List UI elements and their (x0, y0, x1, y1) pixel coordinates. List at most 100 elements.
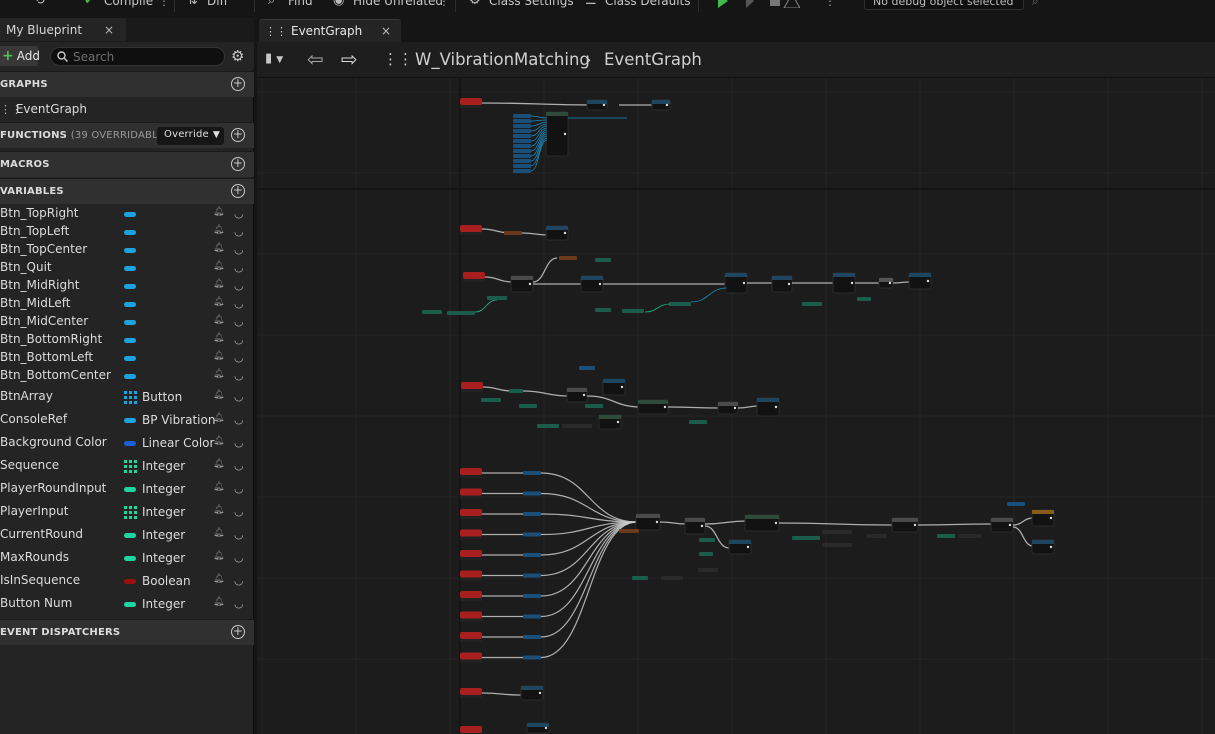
event-node[interactable] (463, 272, 485, 279)
array-type-icon[interactable] (124, 460, 137, 473)
visibility-eye-icon[interactable]: ◡ (234, 225, 250, 238)
search-input[interactable] (73, 49, 213, 64)
replication-bell-icon[interactable]: 🔔︎ (213, 574, 224, 586)
replication-bell-icon[interactable]: 🔔︎ (213, 505, 224, 517)
back-arrow-icon[interactable]: ⇦ (307, 48, 329, 70)
event-node[interactable] (460, 468, 482, 475)
my-blueprint-tab[interactable]: My Blueprint × (0, 18, 126, 42)
variable-type-pill-icon[interactable] (124, 302, 136, 307)
replication-bell-icon[interactable]: 🔔︎ (213, 297, 224, 309)
macros-section-header[interactable]: MACROS + (0, 151, 254, 177)
visibility-eye-icon[interactable]: ◡ (234, 369, 250, 382)
add-button[interactable]: + Add (0, 46, 40, 66)
variable-row[interactable]: Btn_BottomLeft 🔔︎ ◡ (0, 349, 254, 367)
variable-type-pill-icon[interactable] (124, 602, 136, 607)
array-type-icon[interactable] (124, 391, 137, 404)
breadcrumb-blueprint[interactable]: W_VibrationMatching (415, 50, 590, 69)
variable-type-pill-icon[interactable] (124, 533, 136, 538)
replication-bell-icon[interactable]: 🔔︎ (213, 459, 224, 471)
variable-type-pill-icon[interactable] (124, 418, 136, 423)
breadcrumb-graph[interactable]: EventGraph (604, 50, 702, 69)
event-node[interactable] (460, 688, 482, 695)
replication-bell-icon[interactable]: 🔔︎ (213, 436, 224, 448)
visibility-eye-icon[interactable]: ◡ (234, 574, 250, 587)
replication-bell-icon[interactable]: 🔔︎ (213, 351, 224, 363)
play-options-button[interactable]: ⋮ (824, 0, 836, 10)
variable-row[interactable]: Btn_TopCenter 🔔︎ ◡ (0, 241, 254, 259)
visibility-eye-icon[interactable]: ◡ (234, 297, 250, 310)
add-macro-icon[interactable]: + (231, 157, 245, 171)
variable-type-label[interactable]: Integer (142, 505, 185, 519)
debug-object-select[interactable]: No debug object selected (864, 0, 1024, 10)
variable-type-label[interactable]: Integer (142, 482, 185, 496)
replication-bell-icon[interactable]: 🔔︎ (213, 261, 224, 273)
add-variable-icon[interactable]: + (231, 184, 245, 198)
variable-type-label[interactable]: Button (142, 390, 182, 404)
replication-bell-icon[interactable]: 🔔︎ (213, 225, 224, 237)
node-graph[interactable] (257, 78, 1215, 734)
graph-item-eventgraph[interactable]: ⋮⋮ EventGraph (0, 98, 254, 120)
class-settings-button[interactable]: ⚙ Class Settings (469, 0, 574, 10)
replication-bell-icon[interactable]: 🔔︎ (213, 333, 224, 345)
replication-bell-icon[interactable]: 🔔︎ (213, 315, 224, 327)
variable-row[interactable]: Button Num Integer 🔔︎ ◡ (0, 592, 254, 615)
diff-button[interactable]: ⇅ Diff (187, 0, 228, 10)
event-node[interactable] (460, 726, 482, 733)
hide-unrelated-button[interactable]: ◉ Hide Unrelated (333, 0, 443, 10)
variable-type-pill-icon[interactable] (124, 487, 136, 492)
variable-row[interactable]: Btn_BottomRight 🔔︎ ◡ (0, 331, 254, 349)
variable-type-label[interactable]: BP Vibration (142, 413, 215, 427)
visibility-eye-icon[interactable]: ◡ (234, 482, 250, 495)
compile-button[interactable]: ✔ Compile (84, 0, 153, 10)
graphs-section-header[interactable]: GRAPHS + (0, 71, 254, 97)
event-node[interactable] (460, 570, 482, 578)
step-icon[interactable] (746, 0, 754, 8)
variable-type-label[interactable]: Boolean (142, 574, 191, 588)
event-dispatchers-section-header[interactable]: EVENT DISPATCHERS + (0, 619, 254, 645)
variable-type-pill-icon[interactable] (124, 266, 136, 271)
visibility-eye-icon[interactable]: ◡ (234, 436, 250, 449)
visibility-eye-icon[interactable]: ◡ (234, 551, 250, 564)
variable-type-label[interactable]: Linear Color (142, 436, 214, 450)
event-node[interactable] (460, 98, 482, 105)
event-node[interactable] (460, 509, 482, 516)
replication-bell-icon[interactable]: 🔔︎ (213, 369, 224, 381)
visibility-eye-icon[interactable]: ◡ (234, 528, 250, 541)
variable-type-pill-icon[interactable] (124, 556, 136, 561)
replication-bell-icon[interactable]: 🔔︎ (213, 390, 224, 402)
compile-options-button[interactable]: ⋮ (158, 0, 170, 10)
variable-row[interactable]: PlayerInput Integer 🔔︎ ◡ (0, 500, 254, 523)
visibility-eye-icon[interactable]: ◡ (234, 413, 250, 426)
variable-type-pill-icon[interactable] (124, 338, 136, 343)
variable-type-pill-icon[interactable] (124, 356, 136, 361)
visibility-eye-icon[interactable]: ◡ (234, 505, 250, 518)
event-node[interactable] (460, 529, 482, 537)
search-field[interactable] (50, 47, 225, 66)
variable-row[interactable]: CurrentRound Integer 🔔︎ ◡ (0, 523, 254, 546)
replication-bell-icon[interactable]: 🔔︎ (213, 551, 224, 563)
bookmark-dropdown[interactable]: ▮ ▼ (265, 51, 293, 69)
add-event-dispatcher-icon[interactable]: + (231, 625, 245, 639)
class-defaults-button[interactable]: ☰ Class Defaults (585, 0, 690, 10)
forward-arrow-icon[interactable]: ⇨ (341, 48, 363, 70)
visibility-eye-icon[interactable]: ◡ (234, 390, 250, 403)
variable-row[interactable]: IsInSequence Boolean 🔔︎ ◡ (0, 569, 254, 592)
visibility-eye-icon[interactable]: ◡ (234, 351, 250, 364)
array-type-icon[interactable] (124, 506, 137, 519)
visibility-eye-icon[interactable]: ◡ (234, 261, 250, 274)
variable-type-label[interactable]: Integer (142, 597, 185, 611)
replication-bell-icon[interactable]: 🔔︎ (213, 597, 224, 609)
toolbar-icon-button[interactable]: ⟲ (34, 0, 54, 10)
visibility-eye-icon[interactable]: ◡ (234, 333, 250, 346)
play-controls[interactable] (710, 0, 800, 8)
tab-eventgraph[interactable]: ⋮⋮ EventGraph × (259, 19, 401, 42)
find-button[interactable]: ⌕ Find (268, 0, 313, 10)
variable-type-pill-icon[interactable] (124, 579, 136, 584)
variable-row[interactable]: ConsoleRef BP Vibration 🔔︎ ◡ (0, 408, 254, 431)
graph-canvas[interactable] (257, 78, 1215, 734)
variables-section-header[interactable]: VARIABLES + (0, 178, 254, 204)
variable-type-pill-icon[interactable] (124, 212, 136, 217)
variable-type-label[interactable]: Integer (142, 459, 185, 473)
variable-row[interactable]: Btn_TopLeft 🔔︎ ◡ (0, 223, 254, 241)
replication-bell-icon[interactable]: 🔔︎ (213, 482, 224, 494)
